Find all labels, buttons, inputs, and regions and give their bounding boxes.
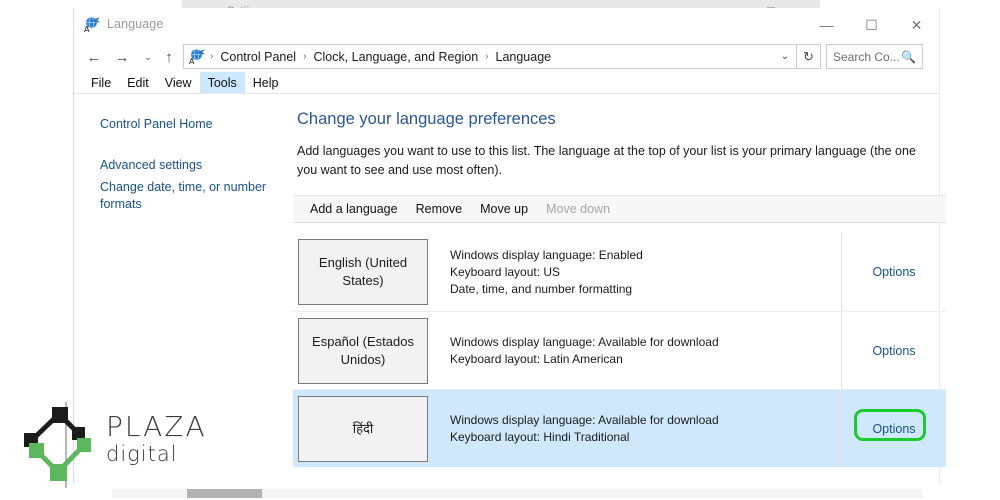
move-up-button[interactable]: Move up xyxy=(471,199,537,219)
display-language-status: Windows display language: Available for … xyxy=(450,334,719,349)
watermark-subbrand: digital xyxy=(106,442,178,466)
language-name-tile: हिंदी xyxy=(298,395,428,462)
page-title: Change your language preferences xyxy=(297,110,556,128)
options-cell: Options xyxy=(842,342,946,360)
keyboard-layout: Keyboard layout: US xyxy=(450,264,561,279)
display-language-status: Windows display language: Available for … xyxy=(450,412,719,427)
plaza-digital-watermark: PLAZA digital xyxy=(14,400,214,492)
main-content: Change your language preferences Add lan… xyxy=(283,94,946,483)
search-icon: 🔍 xyxy=(901,49,916,64)
svg-text:A: A xyxy=(189,57,195,65)
address-bar[interactable]: A › Control Panel › Clock, Language, and… xyxy=(183,44,821,69)
breadcrumb-control-panel[interactable]: Control Panel xyxy=(218,50,298,64)
command-toolbar: Add a language Remove Move up Move down xyxy=(293,195,946,223)
sidebar-item-change-date-time-formats[interactable]: Change date, time, or number xyxy=(74,179,283,196)
keyboard-layout: Keyboard layout: Latin American xyxy=(450,351,623,366)
date-time-number-formatting: Date, time, and number formatting xyxy=(450,281,633,296)
search-input[interactable]: Search Co... xyxy=(833,50,900,64)
keyboard-layout: Keyboard layout: Hindi Traditional xyxy=(450,429,630,444)
horizontal-scrollbar[interactable] xyxy=(112,489,922,498)
menu-item-help[interactable]: Help xyxy=(245,72,287,93)
language-details: Windows display language: Available for … xyxy=(450,334,842,368)
back-button[interactable]: ← xyxy=(83,46,105,68)
menu-item-tools[interactable]: Tools xyxy=(199,72,245,93)
move-down-button: Move down xyxy=(546,202,611,216)
menu-item-view[interactable]: View xyxy=(157,72,200,93)
close-button[interactable]: ✕ xyxy=(894,8,939,42)
minimize-button[interactable]: — xyxy=(804,8,849,42)
language-globe-icon: A xyxy=(83,16,100,34)
menu-bar: File Edit View Tools Help xyxy=(74,72,939,94)
forward-button[interactable]: → xyxy=(111,46,133,68)
maximize-button[interactable]: ☐ xyxy=(849,8,894,42)
window-title: Language xyxy=(107,17,164,31)
breadcrumb-separator: › xyxy=(303,51,307,62)
sidebar-item-change-date-time-formats-line2[interactable]: formats xyxy=(74,196,283,213)
remove-button[interactable]: Remove xyxy=(407,199,472,219)
address-language-globe-icon: A xyxy=(188,48,205,66)
breadcrumb-language[interactable]: Language xyxy=(494,50,554,64)
table-row[interactable]: English (United States) Windows display … xyxy=(293,233,946,311)
table-row[interactable]: Español (Estados Unidos) Windows display… xyxy=(293,311,946,389)
search-box[interactable]: Search Co... 🔍 xyxy=(826,44,923,69)
up-button[interactable]: ↑ xyxy=(158,46,180,68)
table-row[interactable]: हिंदी Windows display language: Availabl… xyxy=(293,389,946,467)
language-name-tile: English (United States) xyxy=(298,239,428,305)
menu-item-file[interactable]: File xyxy=(83,72,119,93)
menu-item-edit[interactable]: Edit xyxy=(119,72,157,93)
window-controls: — ☐ ✕ xyxy=(804,8,939,42)
watermark-text: PLAZA digital xyxy=(106,410,207,467)
sidebar-item-advanced-settings[interactable]: Advanced settings xyxy=(74,157,283,174)
language-list: English (United States) Windows display … xyxy=(293,233,946,467)
language-name-tile: Español (Estados Unidos) xyxy=(298,317,428,384)
language-details: Windows display language: Available for … xyxy=(450,412,842,446)
language-details: Windows display language: Enabled Keyboa… xyxy=(450,247,842,298)
refresh-icon[interactable]: ↻ xyxy=(796,45,820,68)
address-chevron-down-icon[interactable]: ⌄ xyxy=(774,51,796,62)
page-description: Add languages you want to use to this li… xyxy=(297,144,916,177)
options-link[interactable]: Options xyxy=(872,422,915,436)
options-cell: Options xyxy=(842,263,946,281)
breadcrumb-separator: › xyxy=(210,51,214,62)
address-bar-row: ← → ⌄ ↑ A › Control Panel › Clock, Langu… xyxy=(74,42,939,72)
options-link[interactable]: Options xyxy=(872,344,915,358)
plaza-network-logo-icon xyxy=(24,402,91,488)
options-cell: Options xyxy=(842,408,946,441)
recent-locations-chevron-down-icon[interactable]: ⌄ xyxy=(137,46,159,68)
window-titlebar: A Language — ☐ ✕ xyxy=(74,8,939,42)
watermark-brand: PLAZA xyxy=(106,410,207,443)
sidebar-item-control-panel-home[interactable]: Control Panel Home xyxy=(74,116,283,133)
screen-root: ← Settings — ☐ ✕ A Language — ☐ xyxy=(0,0,1000,500)
add-a-language-button[interactable]: Add a language xyxy=(301,199,407,219)
options-link[interactable]: Options xyxy=(872,265,915,279)
display-language-status: Windows display language: Enabled xyxy=(450,247,643,262)
svg-text:A: A xyxy=(84,25,90,33)
breadcrumb-clock-language-region[interactable]: Clock, Language, and Region xyxy=(311,50,480,64)
breadcrumb-separator: › xyxy=(485,51,489,62)
